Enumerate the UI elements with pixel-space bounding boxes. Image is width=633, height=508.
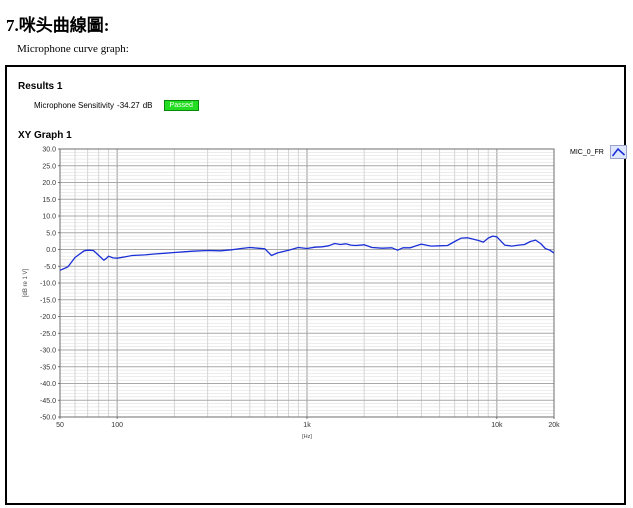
x-tick-label: 100: [111, 422, 123, 429]
y-tick-label: -50.0: [40, 415, 56, 422]
line-plot-icon[interactable]: [609, 145, 627, 159]
y-tick-label: -20.0: [40, 314, 56, 321]
x-axis-label: [Hz]: [302, 434, 312, 440]
y-tick-label: -35.0: [40, 364, 56, 371]
y-tick-label: 15.0: [42, 197, 56, 204]
x-tick-label: 1k: [303, 422, 311, 429]
legend: MIC_0_FR: [570, 145, 627, 159]
y-tick-label: 5.0: [46, 230, 56, 237]
y-tick-label: 20.0: [42, 180, 56, 187]
legend-label: MIC_0_FR: [570, 148, 604, 156]
x-tick-label: 20k: [548, 422, 560, 429]
section-subheading: Microphone curve graph:: [17, 43, 129, 55]
y-tick-label: -45.0: [40, 398, 56, 405]
y-tick-label: -25.0: [40, 331, 56, 338]
y-tick-label: 0.0: [46, 247, 56, 254]
y-tick-label: 25.0: [42, 163, 56, 170]
y-tick-label: -40.0: [40, 381, 56, 388]
results-panel: Results 1 Microphone Sensitivity -34.27 …: [5, 65, 627, 505]
y-tick-label: 10.0: [42, 214, 56, 221]
y-tick-label: -30.0: [40, 348, 56, 355]
xy-graph: 30.0 25.0 20.0 15.0 10.0 5.0 0.0 -5.0 -10.0 -15.0…: [23, 147, 560, 441]
y-tick-label: -10.0: [40, 281, 56, 288]
y-tick-label: -15.0: [40, 297, 56, 304]
y-tick-label: -5.0: [44, 264, 56, 271]
x-tick-label: 50: [56, 422, 64, 429]
section-heading: 7.咪头曲線圖:: [6, 16, 110, 35]
x-tick-label: 10k: [491, 422, 503, 429]
y-tick-label: 30.0: [42, 147, 56, 154]
y-axis-label: [dB re 1 V]: [23, 268, 29, 297]
